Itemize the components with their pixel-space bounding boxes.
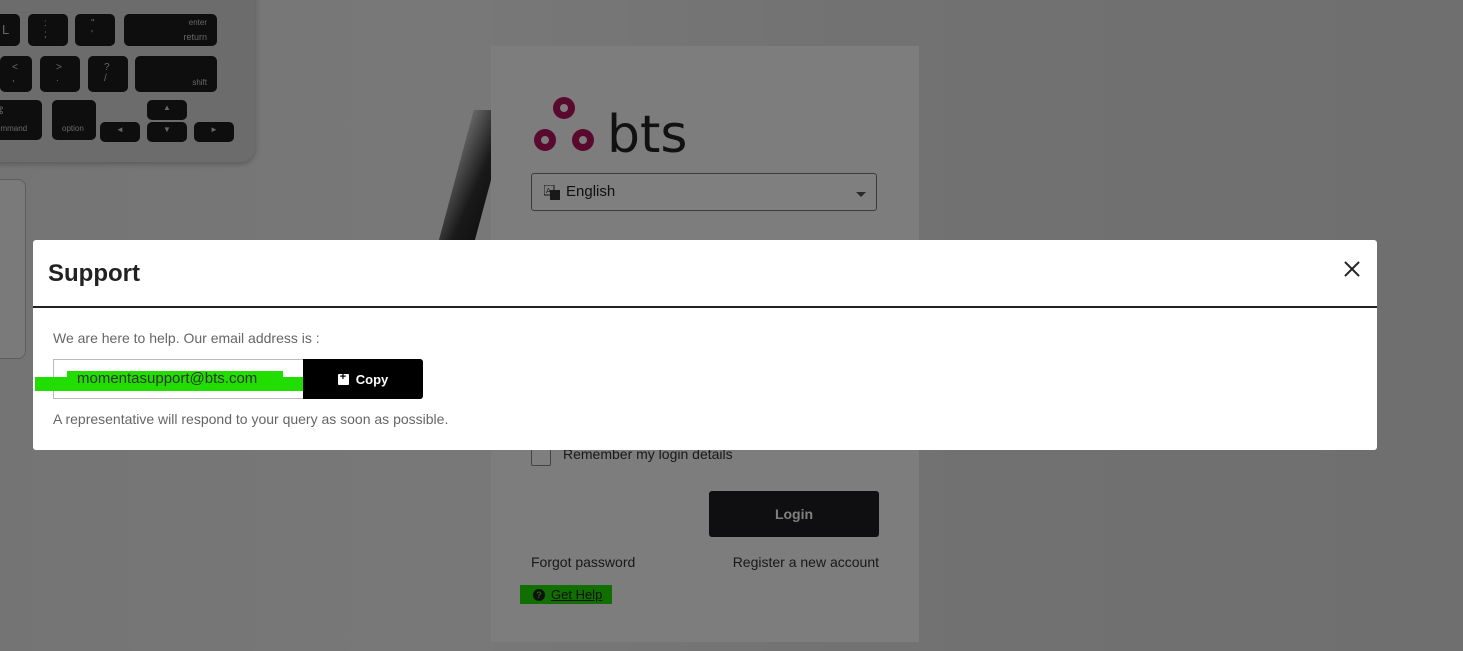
copy-label: Copy [355, 371, 389, 387]
copy-button[interactable]: Copy [303, 359, 423, 399]
representative-text: A representative will respond to your qu… [53, 411, 449, 427]
support-modal: Support We are here to help. Our email a… [33, 240, 1377, 450]
close-icon[interactable] [1343, 260, 1361, 278]
copy-icon [337, 371, 349, 385]
email-value: momentasupport@bts.com [77, 370, 258, 387]
help-text: We are here to help. Our email address i… [53, 330, 320, 346]
modal-header: Support [33, 240, 1377, 308]
modal-title: Support [48, 260, 140, 287]
